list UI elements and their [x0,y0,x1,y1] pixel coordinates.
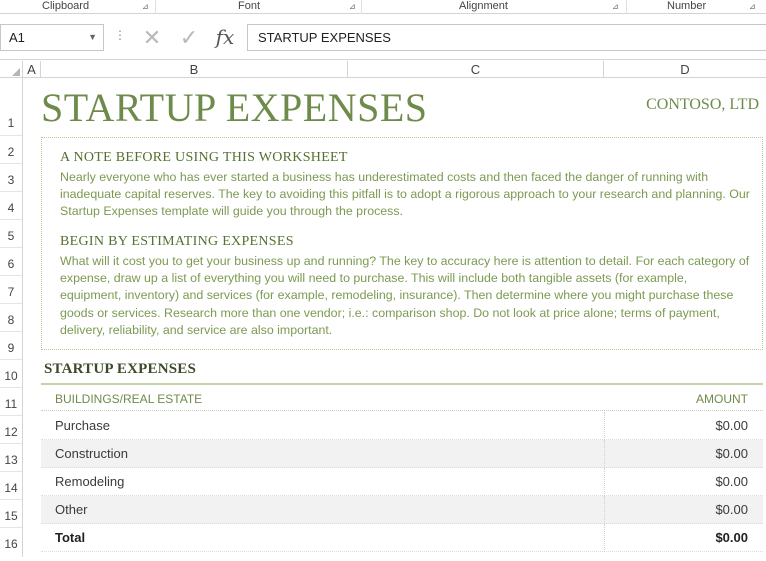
row-label[interactable]: Purchase [55,418,110,433]
font-dialog-launcher-icon[interactable]: ⊿ [349,2,358,11]
column-header-d[interactable]: D [604,61,766,78]
clipboard-dialog-launcher-icon[interactable]: ⊿ [142,2,151,11]
enter-check-icon[interactable]: ✓ [176,24,202,51]
row-amount[interactable]: $0.00 [715,446,748,461]
note-heading-estimating: BEGIN BY ESTIMATING EXPENSES [60,234,294,249]
row-header-9[interactable]: 9 [0,332,22,360]
table-row: Remodeling $0.00 [41,468,763,496]
instructions-note-box[interactable]: A NOTE BEFORE USING THIS WORKSHEET Nearl… [41,137,763,350]
formula-bar: A1 ▼ ⋮ ✕ ✓ fx STARTUP EXPENSES [0,14,766,60]
row-header-6[interactable]: 6 [0,248,22,276]
ribbon-group-font: Font ⊿ [156,0,361,14]
total-label[interactable]: Total [55,530,85,545]
formula-input[interactable]: STARTUP EXPENSES [247,24,766,51]
row-header-15[interactable]: 15 [0,500,22,528]
column-header-b[interactable]: B [41,61,348,78]
column-header-a[interactable]: A [23,61,41,78]
row-amount[interactable]: $0.00 [715,474,748,489]
table-row: Other $0.00 [41,496,763,524]
row-header-7[interactable]: 7 [0,276,22,304]
cell-divider [604,412,605,440]
row-headers: 1 2 3 4 5 6 7 8 9 10 11 12 13 14 15 16 [0,78,23,557]
column-header-category[interactable]: BUILDINGS/REAL ESTATE [55,392,202,406]
ribbon-group-clipboard: Clipboard ⊿ [0,0,155,14]
row-header-14[interactable]: 14 [0,472,22,500]
row-amount[interactable]: $0.00 [715,502,748,517]
row-amount[interactable]: $0.00 [715,418,748,433]
alignment-group-label: Alignment [459,0,508,12]
select-all-button[interactable] [0,61,23,78]
total-amount[interactable]: $0.00 [715,530,748,545]
row-header-3[interactable]: 3 [0,164,22,192]
row-header-4[interactable]: 4 [0,192,22,220]
table-total-row: Total $0.00 [41,524,763,552]
row-label[interactable]: Other [55,502,88,517]
cell-divider [604,524,605,552]
font-group-label: Font [238,0,261,12]
sheet-title[interactable]: STARTUP EXPENSES [41,84,428,131]
name-box-value: A1 [9,30,25,45]
row-header-2[interactable]: 2 [0,136,22,164]
insert-function-icon[interactable]: fx [212,24,238,51]
company-name[interactable]: CONTOSO, LTD [646,96,759,114]
ribbon-group-alignment: Alignment ⊿ [362,0,626,14]
cancel-icon[interactable]: ✕ [139,24,165,51]
formula-bar-grip-icon[interactable]: ⋮ [114,29,126,41]
section-divider [41,383,763,385]
row-header-10[interactable]: 10 [0,360,22,388]
column-header-amount[interactable]: AMOUNT [696,392,748,406]
select-all-triangle-icon [12,68,20,76]
note-heading-before-using: A NOTE BEFORE USING THIS WORKSHEET [60,150,348,165]
chevron-down-icon[interactable]: ▼ [88,25,97,50]
row-header-1[interactable]: 1 [0,78,22,136]
clipboard-group-label: Clipboard [42,0,90,12]
alignment-dialog-launcher-icon[interactable]: ⊿ [612,2,621,11]
row-header-8[interactable]: 8 [0,304,22,332]
table-header-row: BUILDINGS/REAL ESTATE AMOUNT [41,386,763,411]
ribbon-group-number: Number ⊿ [627,0,766,14]
number-dialog-launcher-icon[interactable]: ⊿ [749,2,758,11]
table-row: Construction $0.00 [41,440,763,468]
name-box[interactable]: A1 ▼ [0,24,104,51]
row-header-11[interactable]: 11 [0,388,22,416]
note-paragraph-intro: Nearly everyone who has ever started a b… [60,170,750,219]
row-label[interactable]: Remodeling [55,474,124,489]
row-header-13[interactable]: 13 [0,444,22,472]
cell-divider [604,496,605,524]
cell-divider [604,440,605,468]
row-label[interactable]: Construction [55,446,128,461]
row-header-16[interactable]: 16 [0,528,22,557]
table-row: Purchase $0.00 [41,412,763,440]
section-title[interactable]: STARTUP EXPENSES [44,361,196,378]
note-paragraph-estimating: What will it cost you to get your busine… [60,254,750,337]
column-headers: A B C D [0,61,766,78]
row-header-5[interactable]: 5 [0,220,22,248]
row-header-12[interactable]: 12 [0,416,22,444]
column-header-c[interactable]: C [348,61,604,78]
cell-divider [604,468,605,496]
ribbon-group-labels: Clipboard ⊿ Font ⊿ Alignment ⊿ Number ⊿ [0,0,766,14]
number-group-label: Number [667,0,707,12]
